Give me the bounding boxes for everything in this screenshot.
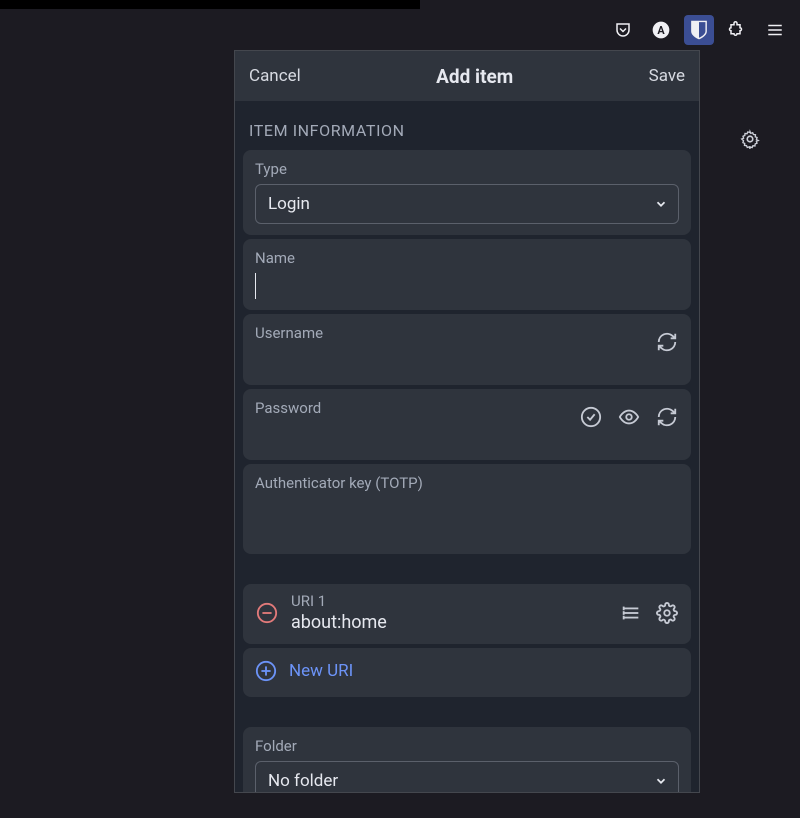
remove-uri-icon[interactable] [255,601,279,625]
cancel-button[interactable]: Cancel [249,66,301,86]
type-card: Type Login [243,150,691,235]
folder-value: No folder [268,771,338,791]
folder-select[interactable]: No folder [255,761,679,792]
browser-toolbar: A [0,9,800,50]
bitwarden-popup: Cancel Add item Save ITEM INFORMATION Ty… [234,50,700,793]
bitwarden-extension-icon[interactable] [684,15,714,45]
generate-username-icon[interactable] [655,330,679,354]
totp-label: Authenticator key (TOTP) [255,472,679,498]
svg-text:A: A [657,23,665,36]
section-item-information: ITEM INFORMATION [243,109,691,150]
plus-icon [255,660,277,682]
password-input[interactable] [255,423,579,449]
name-card: Name [243,239,691,310]
name-label: Name [255,247,679,273]
generate-password-icon[interactable] [655,405,679,429]
settings-gear-icon[interactable] [739,128,763,152]
totp-input[interactable] [255,498,679,524]
folder-label: Folder [255,735,679,761]
type-select[interactable]: Login [255,184,679,224]
check-password-icon[interactable] [579,405,603,429]
toggle-visibility-icon[interactable] [617,405,641,429]
chevron-down-icon [654,197,668,211]
popup-body[interactable]: ITEM INFORMATION Type Login Name Usernam… [235,101,699,792]
url-bar-remnant [0,0,420,9]
uri-settings-icon[interactable] [655,601,679,625]
password-card: Password [243,389,691,460]
page-content: Cancel Add item Save ITEM INFORMATION Ty… [0,50,800,818]
name-input[interactable] [255,273,679,299]
popup-title: Add item [436,65,513,88]
type-value: Login [268,194,310,214]
uri-match-icon[interactable] [619,601,643,625]
uri1-card: URI 1 about:home [243,584,691,644]
popup-header: Cancel Add item Save [235,51,699,101]
save-button[interactable]: Save [649,66,685,86]
totp-card: Authenticator key (TOTP) [243,464,691,554]
extensions-icon[interactable] [722,15,752,45]
username-card: Username [243,314,691,385]
username-label: Username [255,322,655,348]
uri1-value[interactable]: about:home [291,610,607,633]
new-uri-card[interactable]: New URI [243,648,691,697]
password-label: Password [255,397,579,423]
hamburger-menu-icon[interactable] [760,15,790,45]
folder-card: Folder No folder [243,727,691,792]
account-icon[interactable]: A [646,15,676,45]
type-label: Type [255,158,679,184]
username-input[interactable] [255,348,655,374]
chevron-down-icon [654,774,668,788]
new-uri-label: New URI [289,661,353,681]
uri1-label: URI 1 [291,592,607,610]
pocket-icon[interactable] [608,15,638,45]
